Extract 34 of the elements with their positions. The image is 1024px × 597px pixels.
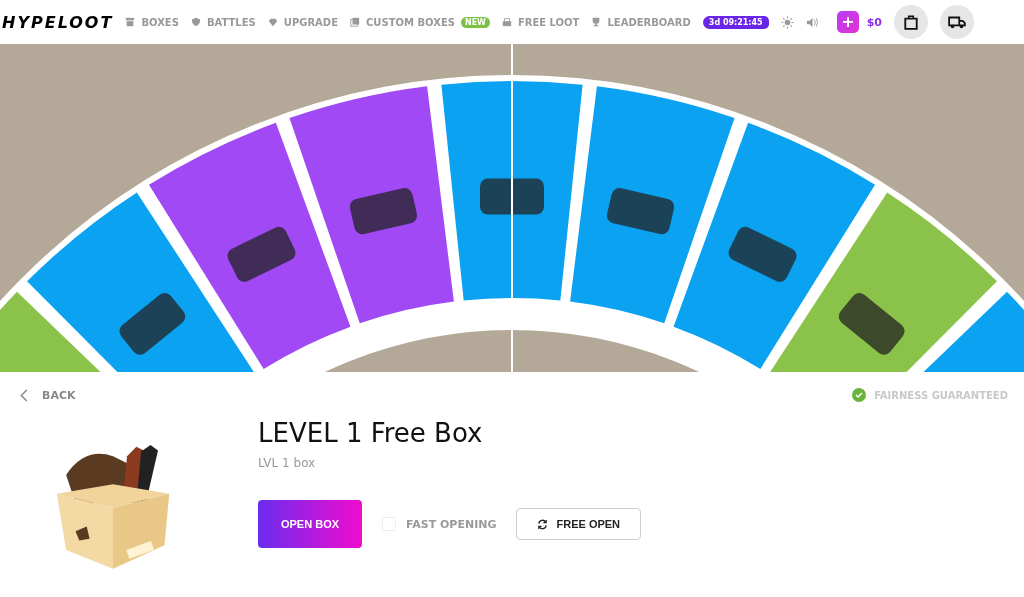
free-open-button[interactable]: FREE OPEN [516, 508, 642, 540]
trophy-icon [591, 17, 602, 27]
box-subtitle: LVL 1 box [258, 456, 317, 470]
back-link[interactable]: BACK [20, 388, 76, 402]
speaker-icon[interactable] [805, 15, 819, 29]
bag-icon [903, 14, 919, 30]
nav-link[interactable]: BOXES [125, 16, 179, 28]
open-box-button[interactable]: OPEN BOX [258, 500, 362, 548]
timer-badge: 3d 09:21:45 [702, 15, 769, 29]
stack-icon [350, 17, 360, 27]
shield-icon [190, 17, 201, 27]
bag-button[interactable] [894, 5, 928, 39]
new-badge: NEW [460, 16, 490, 28]
refresh-icon [537, 518, 549, 530]
check-badge-icon [852, 388, 867, 402]
nav-link[interactable]: LEADERBOARD [591, 16, 691, 28]
product-placeholder [480, 178, 544, 215]
gift-icon [501, 17, 512, 27]
gem-icon [267, 17, 278, 27]
box-icon [125, 17, 136, 27]
sun-icon[interactable] [780, 15, 794, 29]
add-funds-button[interactable] [836, 11, 859, 33]
balance: $0 [866, 15, 882, 29]
box-title: LEVEL 1 Free Box [258, 418, 484, 448]
nav-link[interactable]: CUSTOM BOXES NEW [350, 16, 490, 28]
fast-opening-label: FAST OPENING [406, 517, 497, 531]
logo[interactable]: HYPELOOT [2, 12, 114, 32]
plus-icon [841, 16, 854, 28]
truck-icon [948, 14, 966, 30]
nav-link[interactable]: BATTLES [190, 16, 256, 28]
truck-button[interactable] [940, 5, 974, 39]
nav-link[interactable]: FREE LOOT [501, 16, 580, 28]
nav-link[interactable]: UPGRADE [267, 16, 338, 28]
chevron-left-icon [20, 388, 28, 402]
